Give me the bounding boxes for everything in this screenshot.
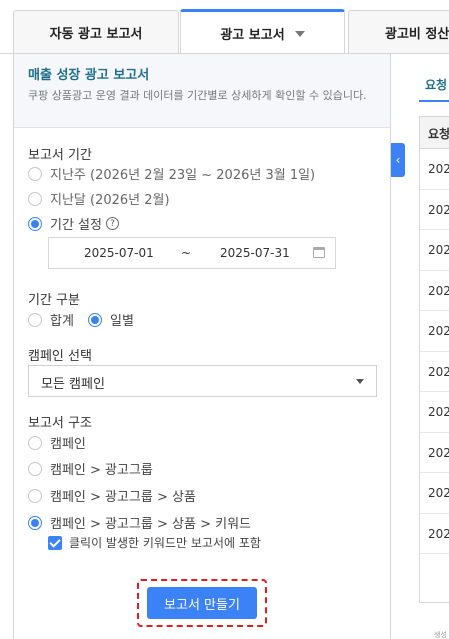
- radio-label: 합계: [50, 314, 74, 329]
- radio-label: 캠페인 > 광고그룹 > 상품: [50, 490, 196, 505]
- date-range-picker[interactable]: 2025-07-01 ~ 2025-07-31: [48, 237, 336, 269]
- radio-structure-product[interactable]: 캠페인 > 광고그룹 > 상품: [28, 486, 196, 505]
- table-row[interactable]: 202: [420, 271, 449, 311]
- table-header: 요청: [420, 117, 449, 149]
- radio-structure-keyword[interactable]: 캠페인 > 광고그룹 > 상품 > 키워드: [28, 513, 251, 532]
- tab-underline: [419, 100, 449, 102]
- period-type-label: 기간 구분: [28, 293, 80, 308]
- tab-ad-settlement[interactable]: 광고비 정산: [348, 10, 449, 54]
- chevron-left-icon: ‹: [395, 153, 401, 167]
- tab-label: 광고비 정산: [385, 27, 449, 42]
- radio-icon: [28, 488, 42, 503]
- panel-header: 매출 성장 광고 보고서 쿠팡 상품광고 운영 결과 데이터를 기간별로 상세하…: [14, 54, 390, 128]
- panel-description: 쿠팡 상품광고 운영 결과 데이터를 기간별로 상세하게 확인할 수 있습니다.: [28, 89, 367, 102]
- tab-label: 광고 보고서: [220, 28, 285, 43]
- campaign-select-label: 캠페인 선택: [28, 349, 92, 364]
- radio-label: 캠페인: [50, 437, 86, 452]
- radio-total[interactable]: 합계: [28, 310, 74, 329]
- radio-label: 기간 설정: [50, 218, 102, 233]
- radio-icon: [28, 461, 42, 476]
- table-row[interactable]: 202: [420, 190, 449, 230]
- footer-text: 생성: [434, 631, 447, 639]
- calendar-icon[interactable]: [313, 247, 325, 258]
- end-date: 2025-07-31: [220, 246, 290, 260]
- help-icon[interactable]: ?: [105, 217, 119, 230]
- radio-label: 캠페인 > 광고그룹 > 상품 > 키워드: [50, 517, 251, 532]
- clicked-keywords-checkbox[interactable]: 클릭이 발생한 키워드만 보고서에 포함: [48, 534, 261, 551]
- tab-auto-report[interactable]: 자동 광고 보고서: [13, 10, 179, 54]
- tab-ad-report[interactable]: 광고 보고서: [180, 9, 345, 55]
- report-structure-label: 보고서 구조: [28, 416, 92, 431]
- chevron-down-icon: [294, 30, 305, 37]
- radio-custom-period[interactable]: 기간 설정 ?: [28, 214, 119, 233]
- tab-requests[interactable]: 요청: [425, 76, 447, 93]
- checkbox-label: 클릭이 발생한 키워드만 보고서에 포함: [69, 536, 261, 550]
- radio-label: 일별: [110, 314, 134, 329]
- collapse-panel-button[interactable]: ‹: [391, 143, 405, 177]
- radio-icon: [28, 312, 42, 327]
- radio-icon: [28, 191, 42, 206]
- radio-label: 지난달 (2026년 2월): [50, 193, 170, 208]
- radio-selected-icon: [88, 312, 102, 327]
- table-row[interactable]: 202: [420, 433, 449, 473]
- date-separator: ~: [181, 246, 192, 260]
- radio-selected-icon: [28, 515, 42, 530]
- table-row[interactable]: 202: [420, 473, 449, 514]
- radio-last-month[interactable]: 지난달 (2026년 2월): [28, 189, 170, 208]
- radio-selected-icon: [28, 216, 42, 231]
- radio-label: 지난주 (2026년 2월 23일 ~ 2026년 3월 1일): [50, 168, 316, 183]
- radio-label: 캠페인 > 광고그룹: [50, 463, 153, 478]
- table-row[interactable]: 202: [420, 149, 449, 190]
- radio-structure-campaign[interactable]: 캠페인: [28, 433, 86, 452]
- radio-daily[interactable]: 일별: [88, 310, 134, 329]
- create-button-highlight: 보고서 만들기: [137, 579, 267, 627]
- report-period-label: 보고서 기간: [28, 148, 92, 163]
- campaign-select[interactable]: 모든 캠페인: [28, 365, 377, 397]
- radio-icon: [28, 435, 42, 450]
- request-table: 요청 202 202 202 202 202 202 202 202 202 2…: [419, 116, 449, 603]
- create-report-button[interactable]: 보고서 만들기: [147, 587, 257, 619]
- report-tabs: 자동 광고 보고서 광고 보고서 광고비 정산: [0, 0, 449, 55]
- table-row[interactable]: 202: [420, 352, 449, 392]
- radio-last-week[interactable]: 지난주 (2026년 2월 23일 ~ 2026년 3월 1일): [28, 164, 315, 183]
- table-row[interactable]: 202: [420, 514, 449, 554]
- table-row[interactable]: 202: [420, 392, 449, 433]
- request-list-panel: 요청 요청 202 202 202 202 202 202 202 202 20…: [405, 54, 449, 639]
- radio-icon: [28, 166, 42, 181]
- checkbox-checked-icon: [48, 535, 62, 550]
- table-row[interactable]: 202: [420, 230, 449, 271]
- table-row[interactable]: 202: [420, 311, 449, 352]
- tab-label: 자동 광고 보고서: [49, 27, 143, 42]
- radio-structure-adgroup[interactable]: 캠페인 > 광고그룹: [28, 459, 153, 478]
- panel-title: 매출 성장 광고 보고서: [28, 68, 150, 83]
- caret-down-icon: [356, 379, 364, 384]
- start-date: 2025-07-01: [84, 246, 154, 260]
- select-value: 모든 캠페인: [41, 377, 105, 392]
- report-form-panel: 매출 성장 광고 보고서 쿠팡 상품광고 운영 결과 데이터를 기간별로 상세하…: [13, 54, 391, 639]
